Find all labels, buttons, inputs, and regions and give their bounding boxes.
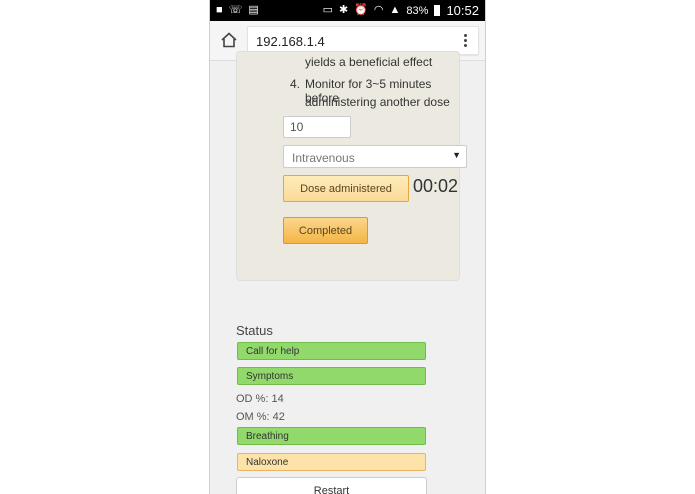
more-menu-icon[interactable] xyxy=(464,34,468,48)
status-breathing: Breathing xyxy=(237,427,426,445)
battery-percent: 83% xyxy=(406,4,429,17)
step-3-text: yields a beneficial effect xyxy=(305,55,433,69)
status-call-for-help: Call for help xyxy=(237,342,426,360)
status-bar: ■ ☏ ▤ ▭ ✱ ⏰ ◠ ▲ 83% 10:52 xyxy=(210,0,485,21)
caret-down-icon: ▼ xyxy=(452,150,461,160)
step-4-number: 4. xyxy=(290,77,301,91)
dose-input[interactable] xyxy=(283,116,351,138)
status-heading: Status xyxy=(236,323,273,338)
page-content: yields a beneficial effect 4. Monitor fo… xyxy=(210,51,485,494)
status-symptoms: Symptoms xyxy=(237,367,426,385)
alarm-icon: ⏰ xyxy=(354,4,368,16)
dose-administered-button[interactable]: Dose administered xyxy=(283,175,409,202)
om-percent: OM %: 42 xyxy=(236,411,285,423)
route-select[interactable]: Intravenous ▼ xyxy=(283,145,467,168)
status-naloxone: Naloxone xyxy=(237,453,426,471)
clock: 10:52 xyxy=(446,3,479,18)
url-text: 192.168.1.4 xyxy=(256,34,325,49)
route-selected-value: Intravenous xyxy=(292,151,355,165)
bluetooth-icon: ✱ xyxy=(339,4,349,16)
home-icon[interactable] xyxy=(220,31,238,49)
wifi-call-icon: ☏ xyxy=(228,4,243,16)
dose-timer: 00:02 xyxy=(413,176,459,196)
battery-icon xyxy=(434,5,441,16)
od-percent: OD %: 14 xyxy=(236,393,284,405)
signal-icon: ▲ xyxy=(389,4,401,16)
file-icon: ▤ xyxy=(248,4,259,16)
video-icon: ■ xyxy=(216,4,223,16)
wifi-icon: ◠ xyxy=(373,4,384,16)
phone-screen: ■ ☏ ▤ ▭ ✱ ⏰ ◠ ▲ 83% 10:52 192.168.1.4 yi… xyxy=(209,0,486,494)
completed-button[interactable]: Completed xyxy=(283,217,368,244)
restart-button[interactable]: Restart xyxy=(236,477,427,494)
dose-card: yields a beneficial effect 4. Monitor fo… xyxy=(236,51,467,281)
cast-icon: ▭ xyxy=(322,4,333,16)
step-4-text-line2: administering another dose xyxy=(305,95,450,109)
